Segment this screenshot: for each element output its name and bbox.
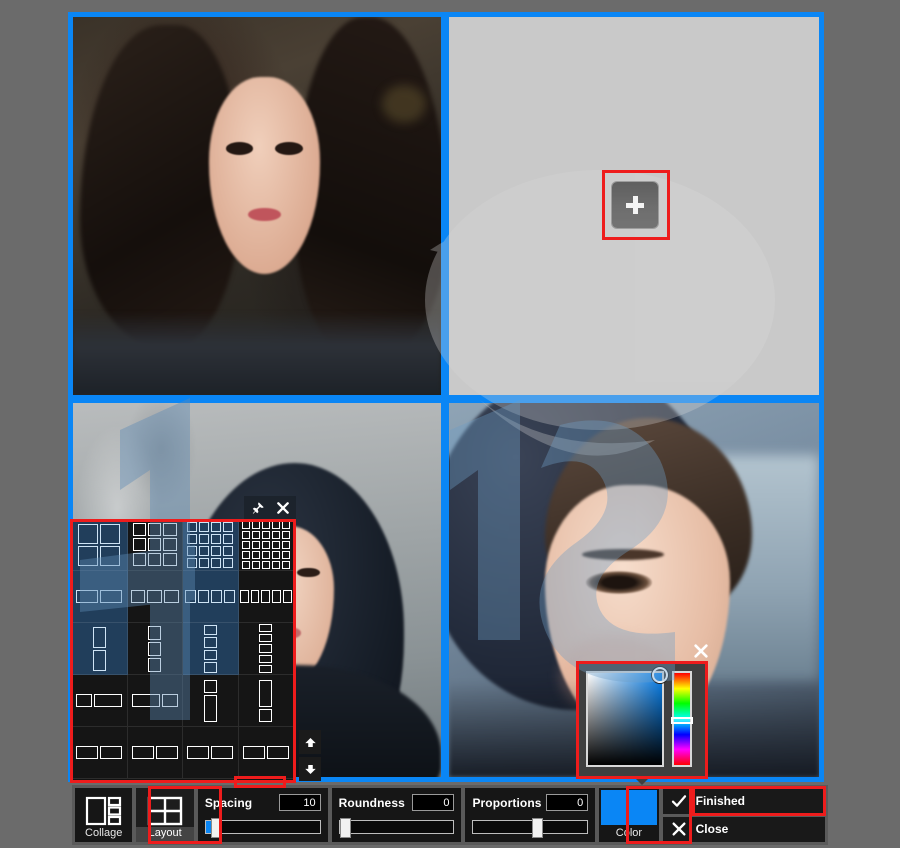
layout-preset-split-left-small[interactable] bbox=[72, 675, 128, 727]
check-icon bbox=[670, 793, 688, 809]
layout-preset-thumbnail bbox=[78, 523, 121, 566]
grid-2x2-icon bbox=[147, 794, 183, 827]
spacing-slider-track[interactable] bbox=[204, 818, 321, 838]
finished-button[interactable]: Finished bbox=[662, 788, 825, 814]
layout-preset-thumbnail bbox=[131, 746, 178, 759]
layout-preset-row-1x3[interactable] bbox=[127, 571, 183, 623]
spacing-slider-knob[interactable] bbox=[210, 818, 222, 838]
roundness-label: Roundness bbox=[338, 795, 405, 810]
layout-preset-col-3x1[interactable] bbox=[127, 623, 183, 675]
close-action-button[interactable]: Close bbox=[662, 816, 825, 842]
layout-preset-grid-2x2[interactable] bbox=[72, 519, 128, 571]
proportions-value[interactable]: 0 bbox=[546, 794, 589, 811]
layout-preset-row-partial-3[interactable] bbox=[183, 727, 239, 779]
layout-preset-thumbnail bbox=[76, 590, 123, 603]
layout-preset-thumbnail bbox=[203, 679, 217, 722]
hue-slider-handle[interactable] bbox=[671, 717, 693, 725]
close-action-label: Close bbox=[695, 822, 729, 837]
close-icon[interactable] bbox=[270, 496, 296, 520]
layout-preset-panel[interactable] bbox=[72, 519, 294, 783]
layout-preset-row-partial-1[interactable] bbox=[72, 727, 128, 779]
pin-icon[interactable] bbox=[244, 496, 270, 520]
layout-panel-titlebar bbox=[244, 496, 296, 520]
collage-mode-label: Collage bbox=[85, 827, 123, 839]
hue-slider[interactable] bbox=[671, 671, 693, 767]
proportions-slider-group[interactable]: Proportions 0 bbox=[465, 788, 596, 842]
layout-preset-split-bottom-small[interactable] bbox=[238, 675, 294, 727]
layout-preset-thumbnail bbox=[130, 590, 179, 603]
layout-preset-col-4x1[interactable] bbox=[183, 623, 239, 675]
scroll-up-button[interactable] bbox=[299, 730, 321, 754]
layout-preset-grid-5x5[interactable] bbox=[238, 519, 294, 571]
bottom-toolbar: Collage Layout Spacing 10 Roundness 0 Pr… bbox=[72, 785, 828, 845]
layout-preset-row-partial-4[interactable] bbox=[238, 727, 294, 779]
proportions-slider-knob[interactable] bbox=[532, 818, 544, 838]
layout-preset-grid-4x4[interactable] bbox=[183, 519, 239, 571]
finished-label: Finished bbox=[695, 793, 745, 808]
layout-preset-thumbnail bbox=[187, 521, 234, 568]
layout-preset-row-1x4[interactable] bbox=[183, 571, 239, 623]
layout-mode-button[interactable]: Layout bbox=[136, 788, 194, 842]
proportions-slider-track[interactable] bbox=[472, 818, 589, 838]
layout-preset-row-partial-2[interactable] bbox=[127, 727, 183, 779]
layout-panel-scroll-arrows[interactable] bbox=[299, 730, 321, 782]
sv-cursor-handle[interactable] bbox=[652, 667, 668, 683]
layout-preset-thumbnail bbox=[187, 746, 234, 759]
layout-preset-thumbnail bbox=[131, 694, 178, 707]
color-picker-pointer bbox=[634, 777, 650, 785]
layout-preset-thumbnail bbox=[242, 746, 289, 759]
roundness-slider-track[interactable] bbox=[338, 818, 455, 838]
saturation-value-field[interactable] bbox=[586, 667, 668, 767]
layout-preset-split-top-small[interactable] bbox=[183, 675, 239, 727]
scroll-down-button[interactable] bbox=[299, 757, 321, 781]
layout-preset-col-2x1[interactable] bbox=[72, 623, 128, 675]
layout-mode-label: Layout bbox=[136, 827, 194, 842]
roundness-slider-knob[interactable] bbox=[339, 818, 351, 838]
layout-preset-thumbnail bbox=[148, 625, 162, 672]
layout-preset-thumbnail bbox=[239, 590, 292, 603]
action-button-column: Finished Close bbox=[662, 788, 825, 842]
color-picker-close-icon[interactable] bbox=[688, 640, 714, 662]
layout-preset-thumbnail bbox=[259, 679, 273, 722]
roundness-value[interactable]: 0 bbox=[412, 794, 455, 811]
layout-preset-split-right-small[interactable] bbox=[127, 675, 183, 727]
layout-preset-thumbnail bbox=[203, 624, 217, 673]
color-button[interactable]: Color bbox=[599, 788, 659, 842]
layout-preset-thumbnail bbox=[185, 590, 236, 603]
layout-preset-grid[interactable] bbox=[72, 519, 294, 779]
collage-mode-button[interactable]: Collage bbox=[75, 788, 133, 842]
add-photo-button[interactable] bbox=[612, 182, 658, 228]
collage-cell-top-left[interactable] bbox=[73, 17, 441, 395]
color-swatch[interactable] bbox=[601, 790, 657, 825]
spacing-slider-group[interactable]: Spacing 10 bbox=[197, 788, 328, 842]
layout-preset-thumbnail bbox=[132, 522, 177, 567]
layout-preset-row-1x2[interactable] bbox=[72, 571, 128, 623]
plus-icon bbox=[626, 196, 644, 214]
photo-top-left bbox=[73, 17, 441, 395]
collage-icon bbox=[85, 794, 123, 827]
color-picker-popup[interactable] bbox=[578, 662, 706, 777]
layout-preset-thumbnail bbox=[259, 623, 273, 674]
spacing-value[interactable]: 10 bbox=[278, 794, 321, 811]
layout-preset-col-5x1[interactable] bbox=[238, 623, 294, 675]
x-icon bbox=[670, 821, 688, 837]
layout-preset-thumbnail bbox=[241, 520, 290, 569]
color-label: Color bbox=[615, 827, 643, 839]
layout-preset-thumbnail bbox=[76, 694, 123, 707]
layout-preset-thumbnail bbox=[92, 626, 106, 671]
layout-preset-row-1x5[interactable] bbox=[238, 571, 294, 623]
layout-preset-grid-3x3[interactable] bbox=[127, 519, 183, 571]
roundness-slider-group[interactable]: Roundness 0 bbox=[331, 788, 462, 842]
layout-preset-thumbnail bbox=[76, 746, 123, 759]
spacing-label: Spacing bbox=[204, 795, 253, 810]
proportions-label: Proportions bbox=[472, 795, 542, 810]
